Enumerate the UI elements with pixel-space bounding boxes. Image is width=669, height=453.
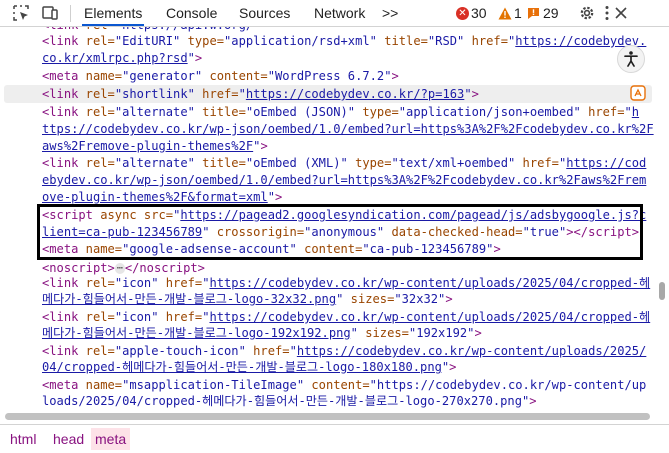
elements-tree[interactable]: <link rel="https://api.w.org/" <link rel…	[0, 27, 655, 410]
annotation-highlight-box	[37, 204, 643, 260]
href-link[interactable]: https://codebydev.co.kr/wp-content/uploa…	[209, 276, 650, 290]
tab-network[interactable]: Network	[312, 0, 367, 26]
vertical-scrollbar[interactable]	[659, 282, 665, 300]
warning-icon	[498, 7, 512, 19]
breadcrumb: html head meta	[0, 424, 669, 453]
breadcrumb-head[interactable]: head	[49, 428, 88, 450]
toolbar-separator	[70, 5, 71, 22]
href-link[interactable]: h	[632, 105, 639, 119]
tab-elements[interactable]: Elements	[82, 0, 145, 26]
warning-count-badge[interactable]: 1	[498, 4, 522, 22]
accessibility-icon	[624, 51, 638, 67]
href-link[interactable]: 04/cropped-헤메다가-힘들어서-만든-개발-블로그-logo-180x…	[42, 360, 442, 374]
issue-flag-icon	[528, 7, 539, 19]
href-link[interactable]: ove-plugin-themes%2F&format=xml	[42, 190, 268, 204]
href-link[interactable]: https://codebydev.co.kr/wp-content/uploa…	[297, 344, 647, 358]
dom-node-link-oembed-xml[interactable]: <link rel="alternate" title="oEmbed (XML…	[42, 155, 646, 172]
breadcrumb-meta[interactable]: meta	[91, 428, 131, 450]
devtools-toolbar: Elements Console Sources Network >> ✕ 30…	[0, 0, 669, 27]
error-icon: ✕	[456, 6, 469, 20]
issues-count-badge[interactable]: 29	[527, 4, 559, 22]
dom-node-link-icon-192[interactable]: <link rel="icon" href="https://codebydev…	[42, 309, 650, 326]
tab-console[interactable]: Console	[164, 0, 219, 26]
dom-node-meta-tileimage[interactable]: <meta name="msapplication-TileImage" con…	[42, 377, 646, 394]
dom-node-continuation: loads/2025/04/cropped-헤메다가-힘들어서-만든-개발-블로…	[42, 394, 537, 408]
dom-node-continuation: co.kr/xmlrpc.php?rsd">	[42, 51, 203, 65]
device-toggle-icon[interactable]	[41, 4, 59, 22]
href-link[interactable]: ebydev.co.kr/wp-json/oembed/1.0/embed?ur…	[42, 173, 646, 187]
dom-node-continuation: ttps://codebydev.co.kr/wp-json/oembed/1.…	[42, 121, 654, 138]
tab-sources[interactable]: Sources	[237, 0, 292, 26]
horizontal-scrollbar[interactable]	[5, 413, 650, 420]
href-link[interactable]: https://codebydev.co.kr/?p=163	[246, 87, 464, 101]
href-link[interactable]: https://codebydev.co.kr/wp-content/uploa…	[209, 310, 650, 324]
more-tabs-icon[interactable]: >>	[380, 0, 400, 26]
dom-node-link-icon-32[interactable]: <link rel="icon" href="https://codebydev…	[42, 275, 650, 292]
dom-node-continuation: ebydev.co.kr/wp-json/oembed/1.0/embed?ur…	[42, 172, 646, 189]
error-count: 30	[471, 5, 487, 21]
inspect-icon[interactable]	[12, 4, 30, 22]
href-link[interactable]: 메다가-힘들어서-만든-개발-블로그-logo-32x32.png	[42, 292, 336, 306]
dom-node-link-apple-touch-icon[interactable]: <link rel="apple-touch-icon" href="https…	[42, 343, 646, 360]
dom-node-link-oembed-json[interactable]: <link rel="alternate" title="oEmbed (JSO…	[42, 104, 639, 121]
href-link[interactable]: ttps://codebydev.co.kr/wp-json/oembed/1.…	[42, 122, 654, 136]
warning-count: 1	[514, 5, 522, 21]
gear-icon[interactable]	[578, 4, 596, 22]
breadcrumb-html[interactable]: html	[6, 428, 40, 450]
dom-node-continuation: 메다가-힘들어서-만든-개발-블로그-logo-32x32.png" sizes…	[42, 292, 453, 306]
href-link[interactable]: https://cod	[566, 156, 646, 170]
dom-node-continuation: 04/cropped-헤메다가-힘들어서-만든-개발-블로그-logo-180x…	[42, 360, 457, 374]
href-link[interactable]: aws%2Fremove-plugin-themes%2F	[42, 139, 253, 153]
href-link[interactable]: co.kr/xmlrpc.php?rsd	[42, 51, 188, 65]
issues-count: 29	[543, 5, 559, 21]
ai-assistance-icon[interactable]	[630, 85, 646, 101]
accessibility-tree-button[interactable]	[617, 45, 645, 73]
error-count-badge[interactable]: ✕ 30	[456, 4, 487, 22]
dom-node-meta-generator[interactable]: <meta name="generator" content="WordPres…	[42, 68, 399, 85]
href-link[interactable]: 메다가-힘들어서-만든-개발-블로그-logo-192x192.png	[42, 326, 351, 340]
collapsed-content-chip[interactable]: ⋯	[114, 263, 125, 274]
close-icon[interactable]	[612, 4, 630, 22]
dom-node-link-edituri[interactable]: <link rel="EditURI" type="application/rs…	[42, 33, 646, 50]
dom-node-continuation: 메다가-힘들어서-만든-개발-블로그-logo-192x192.png" siz…	[42, 326, 482, 340]
dom-node-link-shortlink[interactable]: <link rel="shortlink" href="https://code…	[42, 86, 479, 103]
dom-node-continuation: aws%2Fremove-plugin-themes%2F">	[42, 139, 268, 153]
